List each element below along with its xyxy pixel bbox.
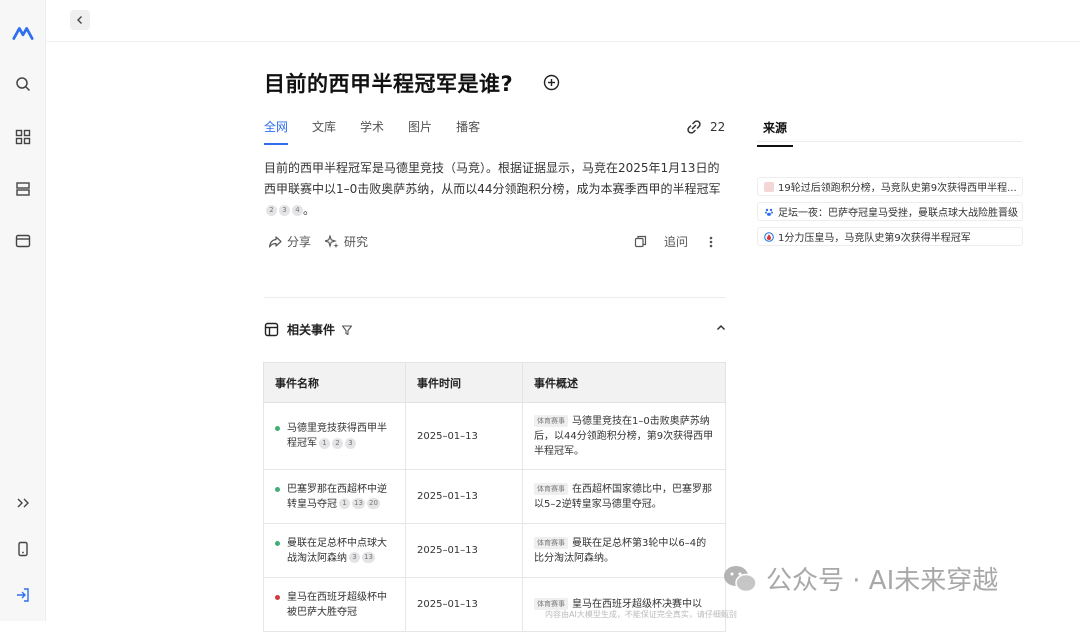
sparkle-icon <box>325 234 339 248</box>
source-title: 足坛一夜：巴萨夺冠皇马受挫，曼联点球大战险胜晋级 <box>778 208 1018 219</box>
status-dot <box>275 594 280 600</box>
status-dot <box>275 426 280 431</box>
category-tag: 体育赛事 <box>534 482 568 495</box>
filter-icon[interactable] <box>341 324 353 336</box>
citation[interactable]: 13 <box>362 552 375 563</box>
table-row[interactable]: 马德里竞技获得西甲半程冠军 1 2 3 2025–01–13 体育赛事 马德里竞技在1–… <box>263 402 726 470</box>
source-item[interactable]: 19轮过后领跑积分榜，马竞队史第9次获得西甲半程... <box>757 177 1023 196</box>
chevron-left-icon <box>77 16 82 24</box>
column-header: 事件时间 <box>405 362 523 403</box>
source-title: 19轮过后领跑积分榜，马竞队史第9次获得西甲半程... <box>778 183 1017 194</box>
search-icon[interactable] <box>12 73 34 95</box>
layers-icon[interactable] <box>12 178 34 200</box>
column-header: 事件名称 <box>263 362 406 403</box>
citation[interactable]: 1 <box>319 437 330 449</box>
login-icon[interactable] <box>12 584 34 606</box>
copy-icon[interactable] <box>634 235 647 248</box>
window-icon[interactable] <box>12 230 34 252</box>
link-count-value: 22 <box>710 120 726 134</box>
citation[interactable]: 2 <box>266 205 277 216</box>
citation[interactable]: 4 <box>292 205 303 216</box>
citation[interactable]: 2 <box>332 437 343 449</box>
tab-all-web[interactable]: 全网 <box>264 118 289 145</box>
citation[interactable]: 1 <box>339 498 350 509</box>
share-icon <box>268 235 282 248</box>
share-button[interactable]: 分享 <box>268 233 311 250</box>
ai-disclaimer: 内容由AI大模型生成，不能保证完全真实，请仔细甄别 <box>545 610 737 619</box>
source-item[interactable]: 1分力压皇马，马竞队史第9次获得半程冠军 <box>757 227 1023 246</box>
status-dot <box>275 540 280 546</box>
drop-icon <box>764 231 774 242</box>
table-row[interactable]: 巴塞罗那在西超杯中逆转皇马夺冠 1 13 20 2025–01–13 体育赛事 在西超杯… <box>263 469 726 524</box>
news-site-icon <box>764 181 774 192</box>
page-title: 目前的西甲半程冠军是谁? <box>264 72 514 96</box>
sources-panel-header: 来源 <box>757 112 1022 147</box>
citation[interactable]: 3 <box>349 552 360 563</box>
apps-grid-icon[interactable] <box>12 126 34 148</box>
answer-text: 目前的西甲半程冠军是马德里竞技（马竞）。根据证据显示，马竞在2025年1月13日… <box>264 158 726 221</box>
table-row[interactable]: 皇马在西班牙超级杯中被巴萨大胜夺冠 2025–01–13 体育赛事 皇马在西班牙超… <box>263 577 726 632</box>
source-item[interactable]: 足坛一夜：巴萨夺冠皇马受挫，曼联点球大战险胜晋级 <box>757 202 1023 221</box>
logo-icon[interactable] <box>12 22 34 44</box>
related-events-title: 相关事件 <box>287 323 336 337</box>
divider <box>264 297 726 298</box>
tab-library[interactable]: 文库 <box>312 118 336 145</box>
citation[interactable]: 13 <box>352 498 365 509</box>
source-title: 1分力压皇马，马竞队史第9次获得半程冠军 <box>778 233 971 244</box>
expand-icon[interactable] <box>12 492 34 514</box>
add-circle-icon[interactable] <box>543 74 560 91</box>
citation[interactable]: 20 <box>367 498 380 509</box>
share-label: 分享 <box>287 235 312 249</box>
result-tabs: 全网 文库 学术 图片 播客 <box>264 118 504 145</box>
event-date: 2025–01–13 <box>405 402 523 470</box>
tab-images[interactable]: 图片 <box>408 118 432 145</box>
answer-actions: 分享 研究 <box>268 233 382 250</box>
answer-end: 。 <box>303 203 316 217</box>
answer-body: 目前的西甲半程冠军是马德里竞技（马竞）。根据证据显示，马竞在2025年1月13日… <box>264 161 721 196</box>
events-table: 事件名称 事件时间 事件概述 马德里竞技获得西甲半程冠军 1 2 3 2025–01–… <box>263 362 726 632</box>
event-date: 2025–01–13 <box>405 577 523 632</box>
top-bar <box>46 0 1080 42</box>
research-label: 研究 <box>344 235 369 249</box>
citation[interactable]: 3 <box>345 437 356 449</box>
link-icon <box>687 120 701 134</box>
source-link-count[interactable]: 22 <box>686 119 725 135</box>
category-tag: 体育赛事 <box>534 536 568 549</box>
answer-actions-right: 追问 <box>634 233 714 250</box>
left-rail <box>0 0 46 621</box>
more-icon[interactable] <box>708 235 714 249</box>
category-tag: 体育赛事 <box>534 414 568 427</box>
related-events-header[interactable]: 相关事件 <box>264 321 726 338</box>
status-dot <box>275 486 280 492</box>
table-row[interactable]: 曼联在足总杯中点球大战淘汰阿森纳 3 13 2025–01–13 体育赛事 曼联在足总… <box>263 523 726 578</box>
chevron-up-icon[interactable] <box>716 323 726 333</box>
back-button[interactable] <box>70 10 90 30</box>
citation[interactable]: 3 <box>279 205 290 216</box>
watermark-text: 公众号 · AI未来穿越 <box>766 566 999 596</box>
tab-sources[interactable]: 来源 <box>757 112 794 147</box>
event-date: 2025–01–13 <box>405 469 523 524</box>
watermark: 公众号 · AI未来穿越 <box>722 560 998 597</box>
event-name: 皇马在西班牙超级杯中被巴萨大胜夺冠 <box>287 591 387 618</box>
paw-icon <box>764 207 774 217</box>
research-button[interactable]: 研究 <box>325 233 368 250</box>
followup-button[interactable]: 追问 <box>664 233 688 250</box>
mobile-icon[interactable] <box>12 538 34 560</box>
tab-academic[interactable]: 学术 <box>360 118 384 145</box>
tab-podcast[interactable]: 播客 <box>456 118 480 145</box>
table-icon <box>264 322 279 337</box>
column-header: 事件概述 <box>522 362 726 403</box>
event-date: 2025–01–13 <box>405 523 523 578</box>
wechat-icon <box>724 565 757 592</box>
